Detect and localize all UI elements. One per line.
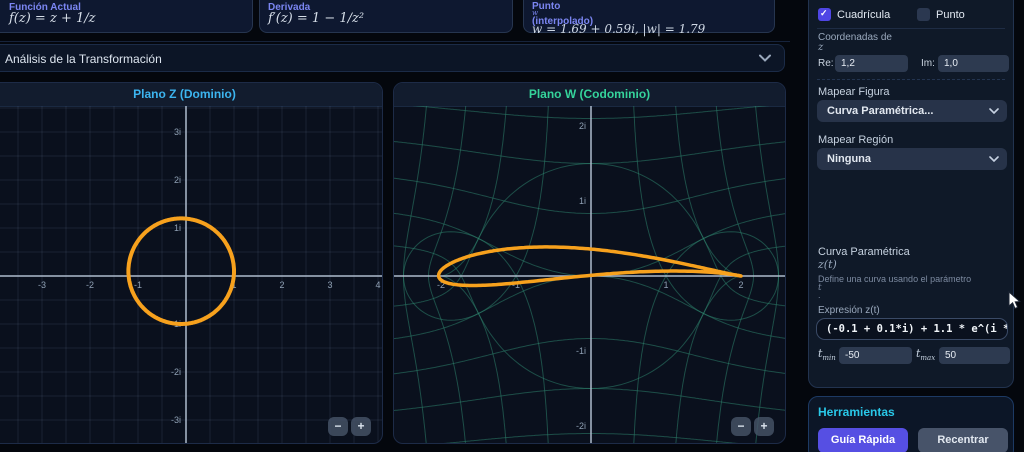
recenter-button[interactable]: Recentrar bbox=[918, 428, 1008, 452]
y-axis-tick-label: 1i bbox=[579, 196, 586, 206]
tmin-input[interactable]: -50 bbox=[839, 347, 912, 364]
w-zoom-out-button[interactable]: − bbox=[731, 417, 751, 436]
w-plane-header: Plano W (Codominio) bbox=[394, 83, 785, 107]
mapped-gridline bbox=[441, 106, 507, 443]
tools-title: Herramientas bbox=[818, 405, 895, 419]
w-zoom-in-button[interactable]: + bbox=[754, 417, 774, 436]
y-axis-tick-label: 2i bbox=[579, 121, 586, 131]
mapped-gridline bbox=[394, 140, 785, 164]
x-axis-tick-label: 1 bbox=[663, 280, 668, 290]
z-zoom-in-button[interactable]: + bbox=[351, 417, 371, 436]
input-circle bbox=[126, 216, 236, 326]
sidebar-divider bbox=[817, 28, 1005, 29]
mapped-gridline bbox=[444, 433, 738, 443]
derivative-card: Derivada f′(z) = 1 − 1/z² bbox=[259, 0, 513, 33]
chevron-down-icon bbox=[989, 108, 999, 114]
y-axis-tick-label: -3i bbox=[171, 415, 181, 425]
app-root: Función Actual f(z) = z + 1/z Derivada f… bbox=[0, 0, 1024, 452]
z-plane-header: Plano Z (Dominio) bbox=[0, 83, 382, 107]
grid-checkbox-label: Cuadrícula bbox=[837, 9, 891, 21]
check-icon: ✓ bbox=[820, 8, 828, 18]
map-region-value: Ninguna bbox=[827, 153, 871, 165]
tmin-label: tmin bbox=[818, 347, 836, 363]
coords-var: z bbox=[818, 42, 824, 53]
x-axis-tick-label: 2 bbox=[279, 280, 284, 290]
x-axis-tick-label: -2 bbox=[86, 280, 94, 290]
expression-label: Expresión z(t) bbox=[818, 305, 880, 316]
y-axis-tick-label: 3i bbox=[174, 127, 181, 137]
x-axis-tick-label: 2 bbox=[738, 280, 743, 290]
y-axis-tick-label: -2i bbox=[171, 367, 181, 377]
z-plane-title: Plano Z (Dominio) bbox=[133, 87, 236, 101]
x-axis-tick-label: 4 bbox=[375, 280, 380, 290]
map-figure-select[interactable]: Curva Paramétrica... bbox=[817, 100, 1007, 122]
w-plane-panel: Plano W (Codominio) -2 -1 1 2 2i 1i -1i -2i − + bbox=[393, 82, 786, 444]
z-zoom-out-button[interactable]: − bbox=[328, 417, 348, 436]
coords-label: Coordenadas de bbox=[818, 32, 892, 43]
chevron-down-icon bbox=[989, 156, 999, 162]
mouse-cursor bbox=[1008, 291, 1022, 310]
map-region-label: Mapear Región bbox=[818, 134, 894, 146]
mapped-gridline bbox=[394, 388, 785, 412]
mapped-gridline bbox=[403, 106, 427, 443]
mapped-gridline bbox=[412, 106, 770, 119]
z-plane-canvas[interactable]: -3 -2 -1 1 2 3 43i2i1i-1i-2i-3i bbox=[0, 106, 383, 444]
controls-sidebar: ✓ Cuadrícula Punto Coordenadas de z Re: … bbox=[808, 0, 1014, 388]
quick-guide-button[interactable]: Guía Rápida bbox=[818, 428, 908, 452]
mapped-gridline bbox=[394, 162, 785, 307]
y-axis-tick-label: -2i bbox=[576, 421, 586, 431]
map-figure-value: Curva Paramétrica... bbox=[827, 105, 934, 117]
chevron-down-icon[interactable] bbox=[758, 54, 772, 62]
w-plane-canvas[interactable]: -2 -1 1 22i1i-1i-2i bbox=[394, 106, 786, 444]
y-axis-tick-label: -1i bbox=[576, 346, 586, 356]
param-curve-desc: Define una curva usando el parámetro bbox=[818, 274, 972, 284]
mapped-gridline bbox=[402, 106, 549, 443]
x-axis-tick-label: -1 bbox=[134, 280, 142, 290]
re-input[interactable]: 1,2 bbox=[835, 55, 908, 72]
map-region-select[interactable]: Ninguna bbox=[817, 148, 1007, 170]
mapped-gridline bbox=[755, 106, 779, 443]
map-figure-label: Mapear Figura bbox=[818, 86, 890, 98]
re-label: Re: bbox=[818, 58, 834, 69]
tmax-label: tmax bbox=[916, 347, 936, 363]
z-plane-panel: Plano Z (Dominio) -3 -2 -1 1 2 3 4 3i 2i 1i -1i -2i… bbox=[0, 82, 383, 444]
grid-checkbox[interactable]: ✓ bbox=[818, 8, 831, 21]
point-checkbox[interactable] bbox=[917, 8, 930, 21]
sidebar-divider-dashed bbox=[817, 79, 1005, 81]
current-function-formula: f(z) = z + 1/z bbox=[9, 11, 96, 26]
param-curve-title: Curva Paramétrica bbox=[818, 246, 910, 258]
im-label: Im: bbox=[921, 58, 935, 69]
param-curve-var: z(t) bbox=[818, 258, 837, 271]
y-axis-tick-label: 2i bbox=[174, 175, 181, 185]
analysis-section-label: Análisis de la Transformación bbox=[5, 52, 162, 66]
mapped-gridline bbox=[428, 106, 467, 443]
tools-panel: Herramientas Guía Rápida Recentrar bbox=[808, 396, 1014, 452]
derivative-formula: f′(z) = 1 − 1/z² bbox=[268, 11, 365, 26]
expression-input[interactable]: (-0.1 + 0.1*i) + 1.1 * e^(i *t) bbox=[816, 318, 1008, 340]
analysis-section-toggle[interactable]: Análisis de la Transformación bbox=[0, 44, 785, 72]
mapped-gridline bbox=[633, 106, 780, 443]
param-curve-desc-period: . bbox=[818, 290, 821, 300]
point-card: Punto w (interpolado) w = 1.69 + 0.59i, … bbox=[523, 0, 775, 36]
point-value: w = 1.69 + 0.59i, |w| = 1.79 bbox=[532, 22, 706, 36]
current-function-card: Función Actual f(z) = z + 1/z bbox=[0, 0, 253, 33]
joukowski-airfoil bbox=[436, 245, 743, 288]
w-plane-title: Plano W (Codominio) bbox=[528, 87, 651, 101]
y-axis-tick-label: 1i bbox=[174, 223, 181, 233]
x-axis-tick-label: -3 bbox=[38, 280, 46, 290]
top-divider bbox=[0, 41, 790, 42]
im-input[interactable]: 1,0 bbox=[938, 55, 1009, 72]
tmax-input[interactable]: 50 bbox=[939, 347, 1010, 364]
x-axis-tick-label: 3 bbox=[327, 280, 332, 290]
point-checkbox-label: Punto bbox=[936, 9, 965, 21]
